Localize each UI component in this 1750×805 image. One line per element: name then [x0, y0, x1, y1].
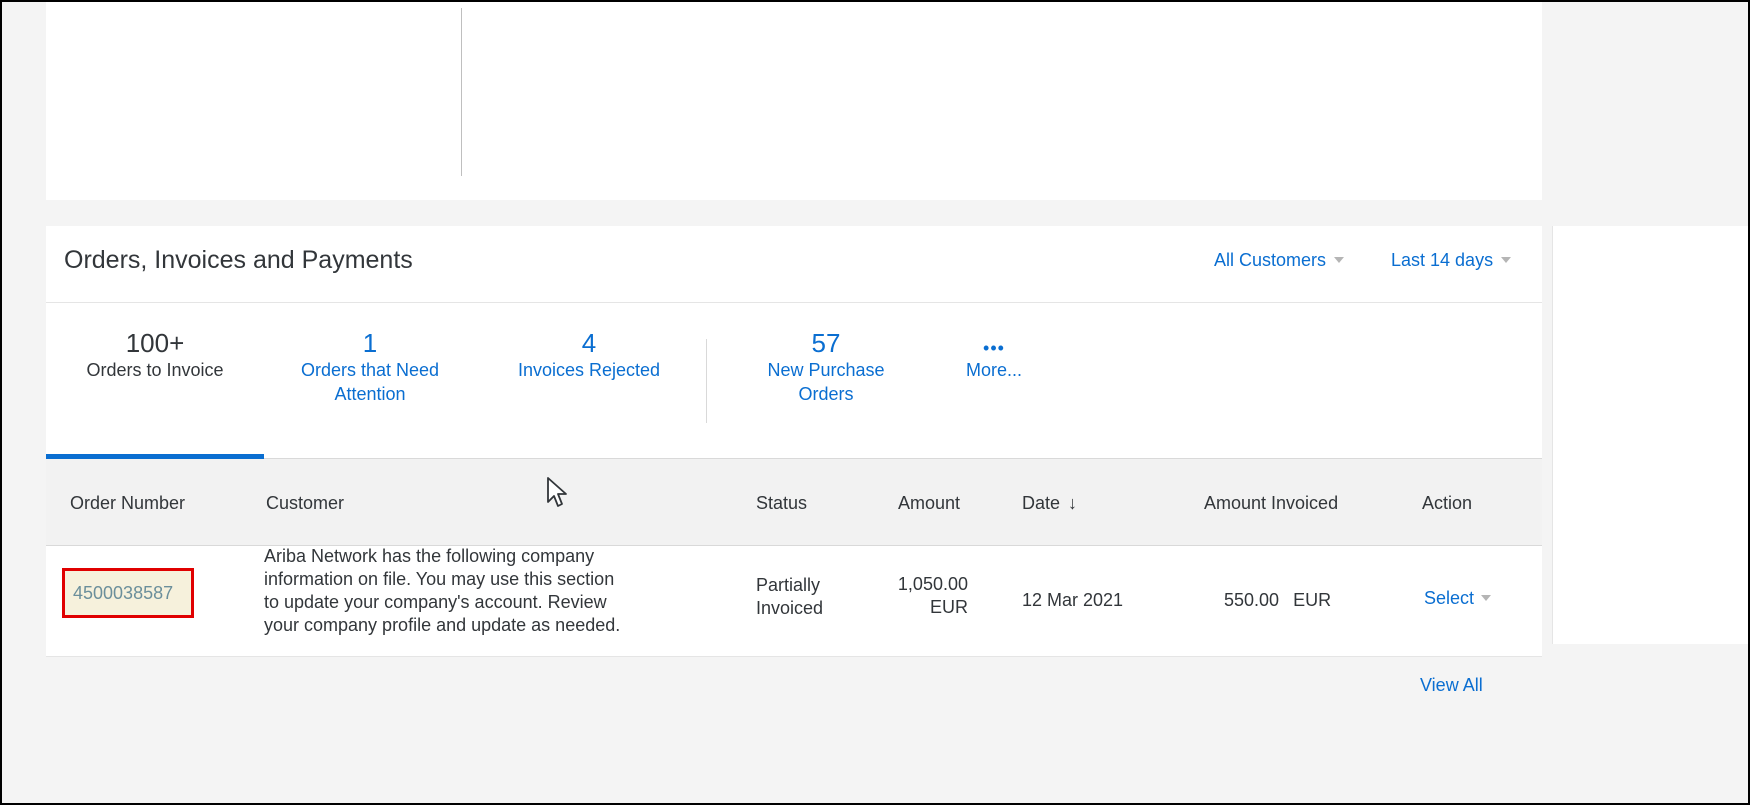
action-select-label: Select [1424, 588, 1475, 608]
amount-currency: EUR [929, 597, 968, 617]
action-select-dropdown[interactable]: Select [1424, 588, 1492, 609]
col-header-action: Action [1422, 493, 1473, 513]
sort-down-icon: ↓ [1068, 493, 1078, 513]
col-header-date-label: Date [1022, 493, 1061, 513]
period-filter-label: Last 14 days [1391, 250, 1494, 270]
right-side-panel [1552, 226, 1748, 644]
tile-more[interactable]: ••• More... [956, 328, 1032, 382]
order-number-highlight: 4500038587 [62, 568, 194, 618]
tile-label: Orders that Need [300, 360, 440, 380]
tile-label: More... [965, 360, 1022, 380]
tile-count: 4 [581, 328, 597, 358]
tile-label: Attention [334, 384, 406, 404]
status-text-line: Invoiced [756, 598, 824, 618]
chevron-down-icon [1501, 257, 1512, 263]
status-text-line: Partially [756, 575, 821, 595]
tile-label: Orders [798, 384, 854, 404]
tile-count: 1 [362, 328, 378, 358]
customer-filter-label: All Customers [1214, 250, 1327, 270]
panel-divider [461, 8, 462, 176]
card-header: Orders, Invoices and Payments All Custom… [46, 226, 1542, 303]
tile-count: 57 [811, 328, 841, 358]
amount-invoiced-currency: EUR [1293, 590, 1332, 610]
orders-invoices-payments-card: Orders, Invoices and Payments All Custom… [46, 226, 1542, 657]
tile-count: 100+ [125, 328, 185, 358]
table-row: 4500038587 Ariba Network has the followi… [46, 546, 1542, 657]
order-number-link[interactable]: 4500038587 [73, 583, 173, 604]
amount-value: 1,050.00 [897, 574, 968, 594]
card-title: Orders, Invoices and Payments [64, 246, 413, 274]
top-panel [46, 2, 1542, 200]
chevron-down-icon [1481, 595, 1492, 601]
col-header-order-number[interactable]: Order Number [70, 493, 185, 514]
view-all-link[interactable]: View All [1420, 675, 1483, 696]
status-cell: Partially Invoiced [756, 574, 823, 620]
summary-tiles: 100+ Orders to Invoice 1 Orders that Nee… [46, 303, 1542, 459]
mouse-pointer-icon [547, 477, 567, 507]
amount-cell: 1,050.00 EUR [884, 573, 968, 619]
period-filter-dropdown[interactable]: Last 14 days [1391, 250, 1512, 271]
customer-text-line: to update your company's account. Review [264, 592, 607, 612]
col-header-amount-invoiced[interactable]: Amount Invoiced [1204, 493, 1338, 514]
tile-separator [706, 339, 707, 423]
tile-orders-need-attention[interactable]: 1 Orders that Need Attention [272, 328, 468, 406]
tile-label: Orders to Invoice [86, 360, 224, 380]
table-header-row: Order Number Customer Status Amount Date… [46, 459, 1542, 546]
date-cell: 12 Mar 2021 [1022, 590, 1124, 610]
customer-filter-dropdown[interactable]: All Customers [1214, 250, 1345, 271]
screenshot-frame: Orders, Invoices and Payments All Custom… [0, 0, 1750, 805]
customer-text-line: Ariba Network has the following company [264, 546, 595, 566]
customer-cell: Ariba Network has the following company … [264, 545, 734, 637]
chevron-down-icon [1334, 257, 1345, 263]
customer-text-line: information on file. You may use this se… [264, 569, 615, 589]
tile-orders-to-invoice[interactable]: 100+ Orders to Invoice [72, 328, 238, 382]
col-header-amount[interactable]: Amount [898, 493, 960, 514]
col-header-date[interactable]: Date ↓ [1022, 493, 1077, 514]
tile-invoices-rejected[interactable]: 4 Invoices Rejected [494, 328, 684, 382]
amount-invoiced-value: 550.00 [1224, 590, 1280, 610]
tile-label: Invoices Rejected [517, 360, 661, 380]
col-header-status[interactable]: Status [756, 493, 807, 514]
tile-label: New Purchase [767, 360, 885, 380]
customer-text-line: your company profile and update as neede… [264, 615, 621, 635]
amount-invoiced-cell: 550.00 EUR [1224, 589, 1331, 612]
more-dots-icon: ••• [983, 338, 1005, 358]
tile-new-purchase-orders[interactable]: 57 New Purchase Orders [742, 328, 910, 406]
col-header-customer[interactable]: Customer [266, 493, 344, 514]
